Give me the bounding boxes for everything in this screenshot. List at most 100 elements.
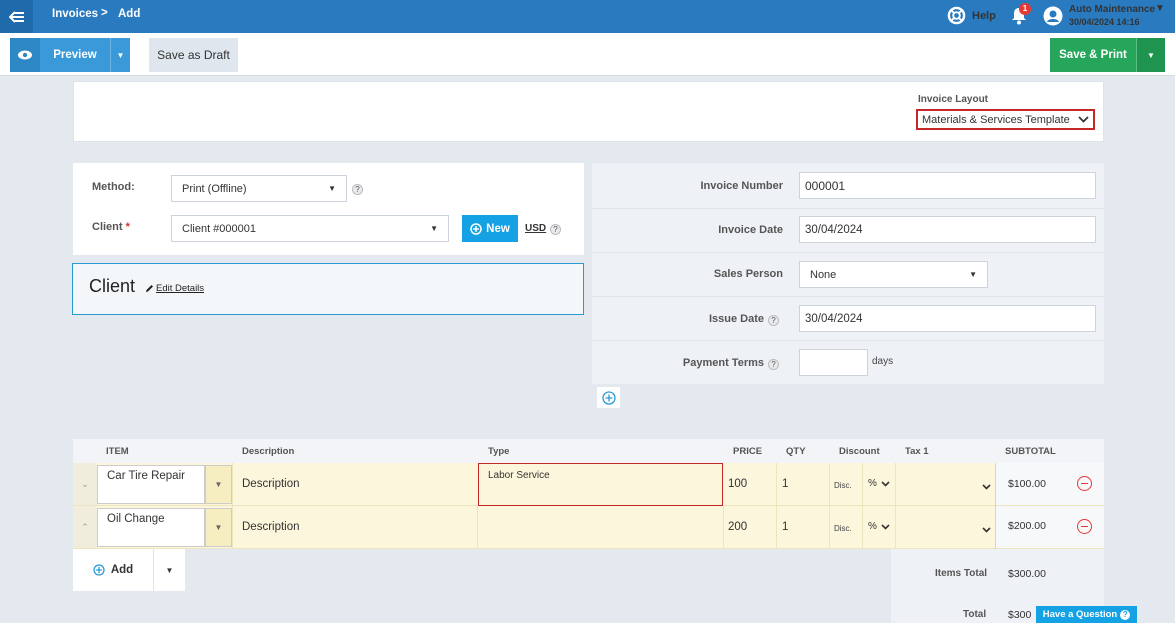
add-dropdown-icon[interactable]: ▼ [153, 549, 185, 591]
tax-select[interactable] [982, 479, 991, 493]
chevron-down-icon [881, 523, 890, 530]
client-select[interactable]: Client #000001 ▼ [171, 215, 449, 242]
caret-down-icon: ▼ [328, 184, 336, 193]
sales-person-select[interactable]: None ▼ [799, 261, 988, 288]
method-value: Print (Offline) [182, 182, 247, 195]
col-description: Description [242, 446, 295, 457]
lifebuoy-icon [947, 6, 966, 25]
discount-type-select[interactable]: % [868, 478, 890, 489]
caret-down-icon: ▼ [430, 224, 438, 233]
chevron-down-icon [982, 527, 991, 533]
column-divider [829, 463, 830, 506]
col-item: ITEM [106, 446, 129, 457]
chevron-down-icon [1078, 116, 1089, 123]
price-input[interactable]: 100 [728, 478, 747, 490]
item-dropdown-icon[interactable]: ▼ [205, 465, 232, 504]
help-label: Help [972, 9, 996, 22]
question-icon: ? [1120, 609, 1131, 620]
issue-date-input[interactable]: 30/04/2024 [799, 305, 1096, 332]
edit-details-link[interactable]: Edit Details [145, 283, 204, 294]
col-price: PRICE [733, 446, 763, 457]
column-divider [776, 506, 777, 549]
edit-details-label: Edit Details [156, 283, 205, 294]
item-input[interactable]: Car Tire Repair [97, 465, 205, 504]
account-caret-icon[interactable]: ▼ [1155, 3, 1165, 14]
save-print-label: Save & Print [1059, 49, 1127, 61]
client-box-title: Client [89, 276, 136, 296]
new-client-button[interactable]: New [462, 215, 518, 242]
client-value: Client #000001 [182, 222, 257, 235]
move-up-icon[interactable]: ⌃ [73, 506, 97, 548]
col-discount: Discount [839, 446, 880, 457]
add-item-button[interactable]: Add ▼ [73, 549, 185, 591]
discount-type-select[interactable]: % [868, 521, 890, 532]
help-link[interactable]: Help [947, 6, 996, 25]
items-total-value: $300.00 [1008, 568, 1046, 580]
description-input[interactable]: Description [242, 478, 300, 490]
chevron-down-icon [881, 480, 890, 487]
discount-input[interactable]: Disc. [834, 481, 852, 490]
pencil-icon [146, 285, 153, 292]
column-divider [232, 506, 233, 549]
type-input[interactable]: Labor Service [478, 463, 723, 506]
currency-link[interactable]: USD [525, 223, 546, 234]
breadcrumb-separator: > [101, 7, 108, 19]
qty-input[interactable]: 1 [782, 521, 788, 533]
method-help-icon[interactable]: ? [352, 184, 363, 195]
invoice-layout-label: Invoice Layout [918, 94, 989, 105]
move-down-icon[interactable]: ⌄ [73, 463, 97, 505]
plus-circle-icon [601, 390, 616, 405]
save-print-button[interactable]: Save & Print ▼ [1050, 38, 1165, 72]
issue-date-help-icon[interactable]: ? [768, 315, 779, 326]
menu-back-icon [8, 10, 24, 23]
row-subtotal: $200.00 [1008, 520, 1046, 532]
invoice-layout-select[interactable]: Materials & Services Template [916, 109, 1095, 130]
item-dropdown-icon[interactable]: ▼ [205, 508, 232, 547]
top-bar [0, 0, 1175, 33]
col-subtotal: SUBTOTAL [1005, 446, 1056, 457]
eye-icon [10, 38, 40, 72]
invoice-date-input[interactable]: 30/04/2024 [799, 216, 1096, 243]
invoice-layout-value: Materials & Services Template [922, 113, 1070, 126]
breadcrumb-invoices[interactable]: Invoices [52, 8, 98, 20]
tax-select[interactable] [982, 522, 991, 536]
issue-date-label: Issue Date [708, 313, 764, 325]
currency-help-icon[interactable]: ? [550, 224, 561, 235]
breadcrumb-add: Add [118, 8, 141, 20]
column-divider [862, 506, 863, 549]
method-select[interactable]: Print (Offline) ▼ [171, 175, 347, 202]
discount-input[interactable]: Disc. [834, 524, 852, 533]
sales-person-value: None [810, 268, 837, 281]
have-question-label: Have a Question [1042, 609, 1118, 620]
required-mark: * [125, 221, 130, 233]
menu-toggle-button[interactable] [0, 0, 33, 33]
item-input[interactable]: Oil Change [97, 508, 205, 547]
have-question-button[interactable]: Have a Question ? [1036, 606, 1137, 623]
column-divider [829, 506, 830, 549]
invoice-number-label: Invoice Number [700, 180, 783, 192]
payment-terms-label: Payment Terms [682, 357, 764, 369]
remove-row-icon[interactable] [1077, 519, 1092, 534]
method-label: Method: [92, 181, 135, 193]
preview-dropdown-icon[interactable]: ▼ [110, 38, 130, 72]
remove-row-icon[interactable] [1077, 476, 1092, 491]
payment-terms-input[interactable] [799, 349, 868, 376]
description-input[interactable]: Description [242, 521, 300, 533]
save-draft-button[interactable]: Save as Draft [149, 38, 238, 72]
sales-person-label: Sales Person [713, 268, 783, 280]
invoice-number-input[interactable]: 000001 [799, 172, 1096, 199]
invoice-date-label: Invoice Date [718, 224, 783, 236]
total-value: $300 [1008, 609, 1032, 621]
add-field-button[interactable] [597, 387, 620, 408]
total-label: Total [963, 609, 987, 620]
save-print-dropdown-icon[interactable]: ▼ [1136, 38, 1165, 72]
account-name[interactable]: Auto Maintenance [1069, 4, 1155, 15]
payment-terms-help-icon[interactable]: ? [768, 359, 779, 370]
payment-terms-unit: days [872, 356, 894, 367]
preview-button[interactable]: Preview ▼ [10, 38, 130, 72]
items-table-header [73, 439, 1104, 463]
column-divider [776, 463, 777, 506]
qty-input[interactable]: 1 [782, 478, 788, 490]
user-avatar-icon[interactable] [1043, 6, 1063, 26]
price-input[interactable]: 200 [728, 521, 747, 533]
